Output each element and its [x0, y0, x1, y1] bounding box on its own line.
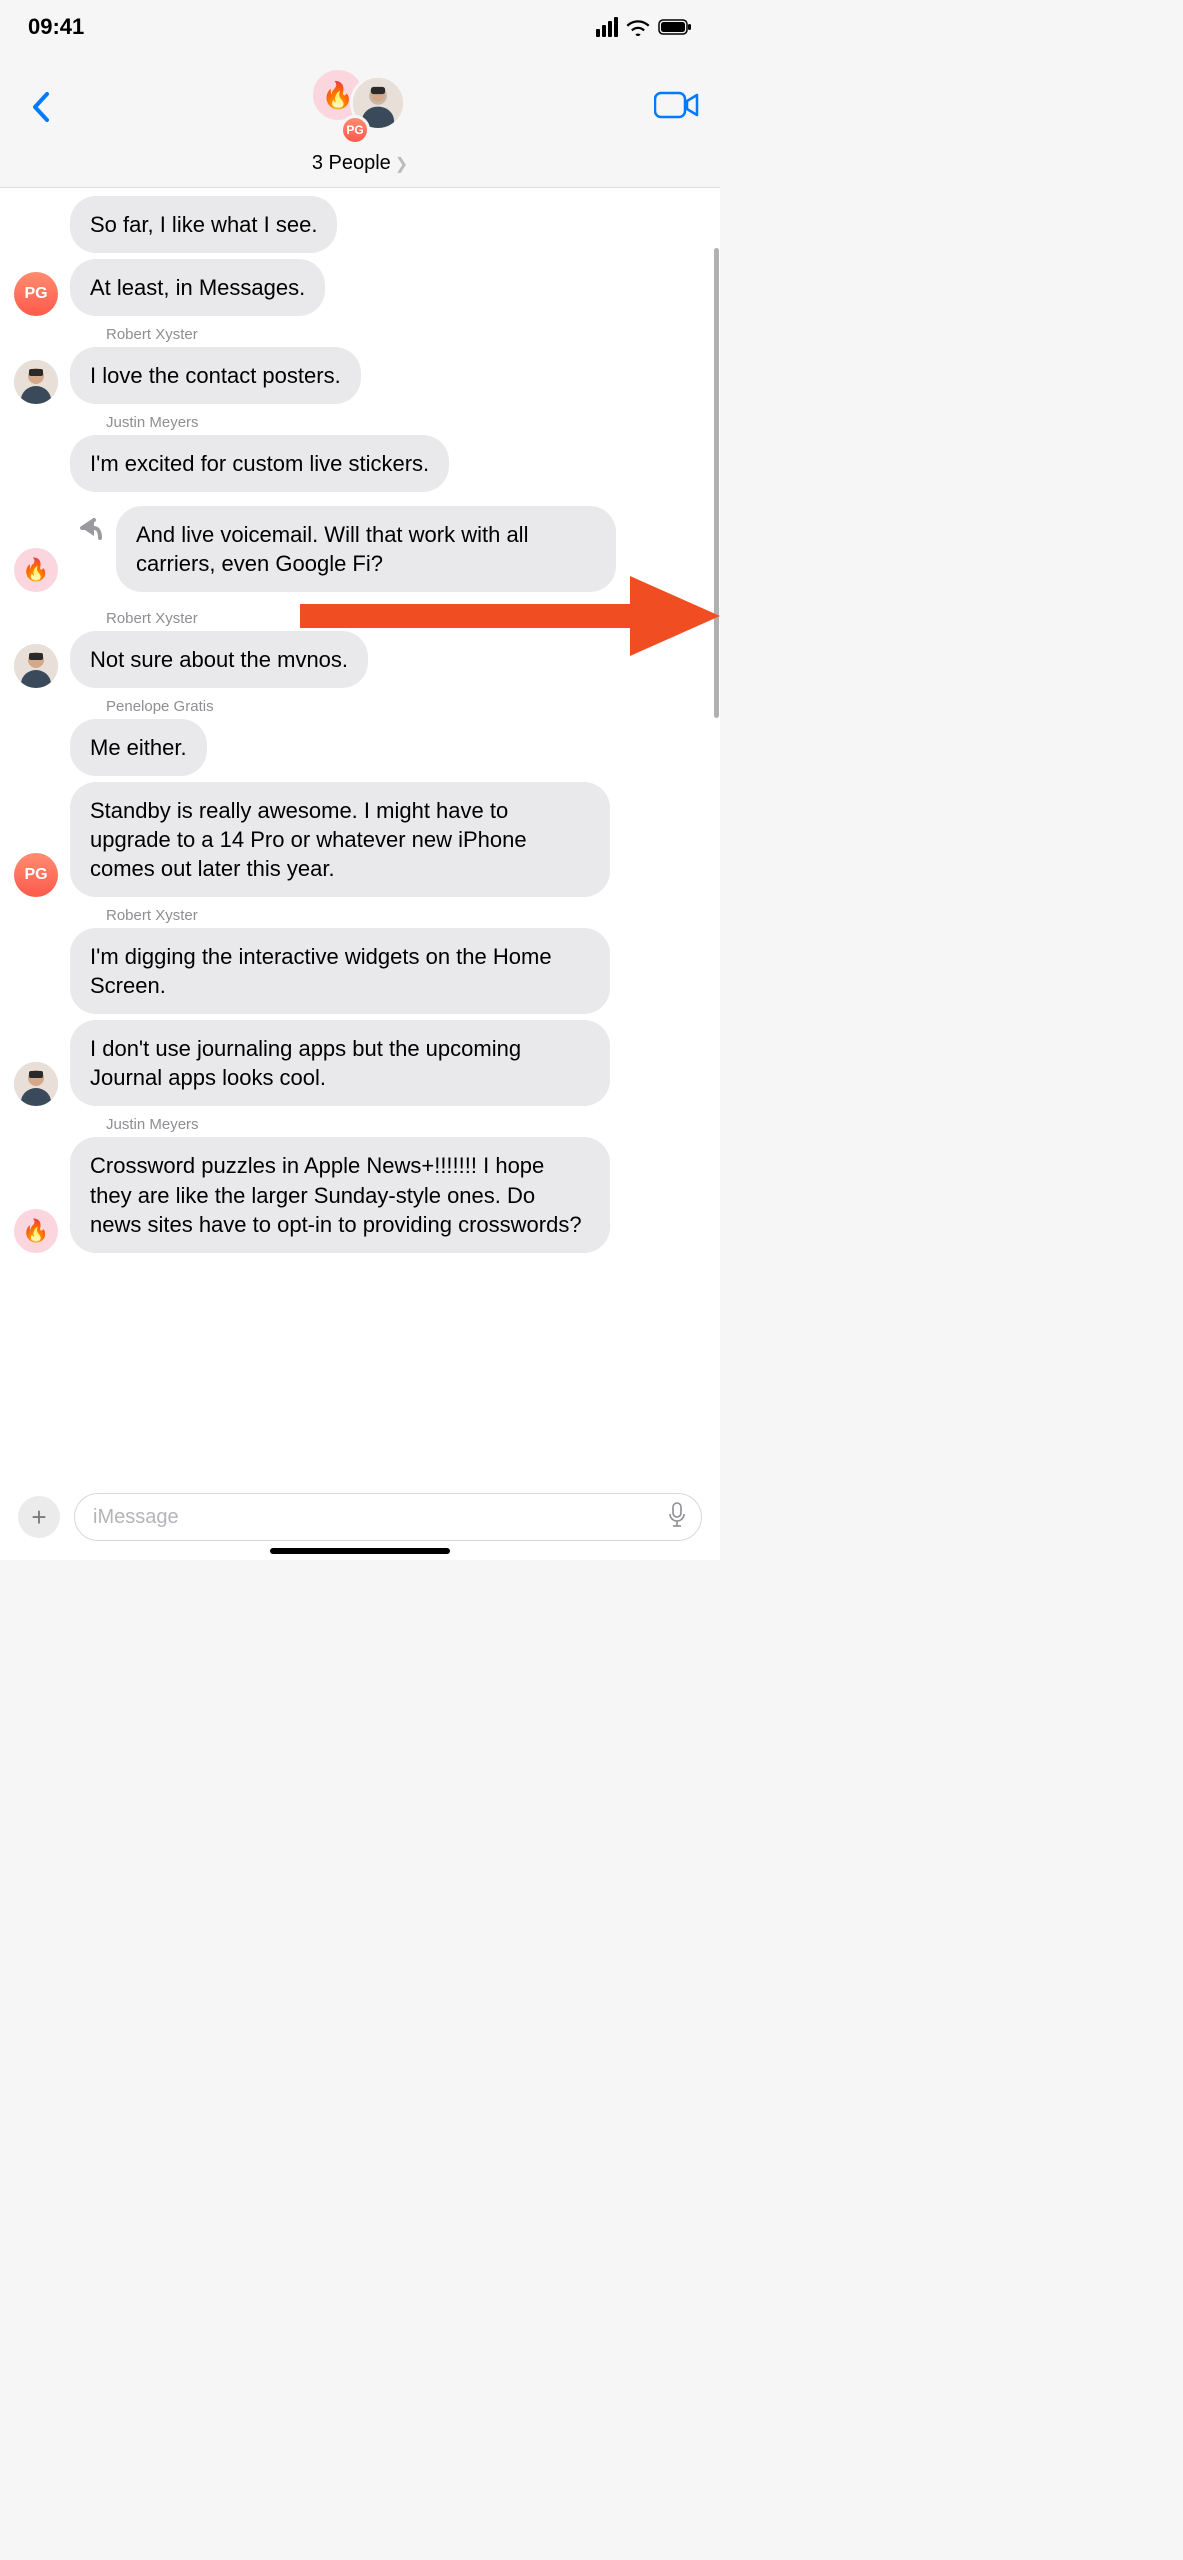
conversation-header: 🔥 PG 3 People ❯ — [0, 54, 720, 188]
sender-label: Robert Xyster — [106, 326, 706, 343]
reply-indicator-icon — [76, 516, 102, 542]
message-bubble[interactable]: I'm excited for custom live stickers. — [70, 435, 449, 492]
message-input-wrap[interactable] — [74, 1493, 702, 1541]
avatar-robert[interactable] — [14, 644, 58, 688]
apps-plus-button[interactable]: + — [18, 1496, 60, 1538]
dictation-mic-icon[interactable] — [667, 1502, 687, 1533]
message-bubble[interactable]: At least, in Messages. — [70, 259, 325, 316]
cellular-signal-icon — [596, 17, 618, 37]
message-bubble[interactable]: I'm digging the interactive widgets on t… — [70, 928, 610, 1014]
participant-count-label: 3 People — [312, 152, 391, 175]
chevron-right-icon: ❯ — [395, 154, 408, 174]
avatar-pg[interactable]: PG — [14, 853, 58, 897]
avatar-justin[interactable]: 🔥 — [14, 1209, 58, 1253]
sender-label: Robert Xyster — [106, 907, 706, 924]
status-indicators — [596, 17, 692, 37]
status-bar: 09:41 — [0, 0, 720, 54]
wifi-icon — [626, 18, 650, 36]
message-bubble[interactable]: Crossword puzzles in Apple News+!!!!!!! … — [70, 1137, 610, 1252]
status-time: 09:41 — [28, 14, 84, 40]
message-bubble[interactable]: I don't use journaling apps but the upco… — [70, 1020, 610, 1106]
home-indicator[interactable] — [270, 1548, 450, 1554]
avatar-pg-badge: PG — [340, 115, 370, 145]
message-bubble[interactable]: Me either. — [70, 719, 207, 776]
message-bubble[interactable]: Not sure about the mvnos. — [70, 631, 368, 688]
message-input[interactable] — [93, 1506, 667, 1529]
back-button[interactable] — [20, 87, 60, 127]
sender-label: Justin Meyers — [106, 1116, 706, 1133]
message-bubble[interactable]: So far, I like what I see. — [70, 196, 337, 253]
header-subtitle[interactable]: 3 People ❯ — [20, 152, 700, 175]
avatar-robert[interactable] — [14, 1062, 58, 1106]
sender-label: Penelope Gratis — [106, 698, 706, 715]
message-bubble[interactable]: Standby is really awesome. I might have … — [70, 782, 610, 897]
group-avatar-cluster[interactable]: 🔥 PG — [302, 67, 412, 147]
sender-label: Justin Meyers — [106, 414, 706, 431]
battery-icon — [658, 19, 692, 35]
avatar-robert[interactable] — [14, 360, 58, 404]
messages-scroll-area[interactable]: So far, I like what I see. PG At least, … — [0, 188, 720, 1474]
avatar-justin[interactable]: 🔥 — [14, 548, 58, 592]
facetime-button[interactable] — [654, 90, 700, 125]
message-bubble[interactable]: I love the contact posters. — [70, 347, 361, 404]
avatar-pg[interactable]: PG — [14, 272, 58, 316]
